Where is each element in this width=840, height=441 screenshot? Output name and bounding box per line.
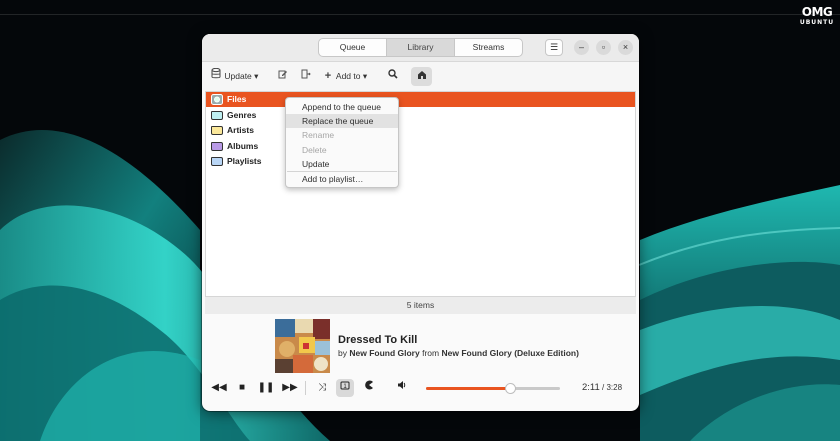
total-time: 3:28 bbox=[606, 383, 623, 392]
list-item-label: Genres bbox=[227, 110, 257, 120]
tab-queue[interactable]: Queue bbox=[319, 39, 387, 56]
minimize-button[interactable]: – bbox=[574, 40, 589, 55]
folder-teal-icon bbox=[211, 110, 223, 120]
update-label: Update ▾ bbox=[224, 71, 259, 81]
maximize-button[interactable]: ▫ bbox=[596, 40, 611, 55]
edit-icon bbox=[277, 67, 289, 85]
track-title: Dressed To Kill bbox=[338, 334, 418, 346]
stop-icon: ■ bbox=[238, 382, 246, 393]
list-item-artists[interactable]: Artists bbox=[206, 123, 635, 138]
context-menu: Append to the queue Replace the queue Re… bbox=[285, 97, 399, 188]
cantata-window: Queue Library Streams ☰ – ▫ × Update ▾ +… bbox=[202, 34, 639, 411]
repeat-button[interactable]: 1 bbox=[336, 379, 354, 397]
time-display: 2:11 / 3:28 bbox=[582, 382, 623, 393]
next-button[interactable]: ▶▶ bbox=[281, 379, 299, 397]
volume-icon bbox=[397, 381, 407, 393]
from-prefix: from bbox=[422, 348, 440, 358]
divider bbox=[305, 381, 306, 395]
add-to-label: Add to ▾ bbox=[335, 71, 368, 81]
elapsed-time: 2:11 bbox=[582, 382, 600, 393]
library-toolbar: Update ▾ + Add to ▾ bbox=[202, 62, 639, 91]
titlebar: Queue Library Streams ☰ – ▫ × bbox=[202, 34, 639, 62]
pause-icon: ❚❚ bbox=[257, 382, 275, 393]
library-browser: Files Genres Artists Albums Playlists bbox=[205, 91, 636, 314]
menu-item-replace-queue[interactable]: Replace the queue bbox=[286, 114, 398, 129]
plus-icon: + bbox=[324, 70, 332, 82]
menu-item-append-queue[interactable]: Append to the queue bbox=[286, 100, 398, 114]
folder-purple-icon bbox=[211, 141, 223, 151]
seek-handle[interactable] bbox=[505, 383, 517, 394]
hamburger-icon: ☰ bbox=[549, 42, 559, 52]
delete-button[interactable] bbox=[300, 67, 312, 85]
tab-library[interactable]: Library bbox=[387, 39, 455, 56]
delete-icon bbox=[300, 67, 312, 85]
search-icon bbox=[387, 67, 399, 85]
consume-button[interactable] bbox=[360, 379, 378, 397]
menu-item-rename: Rename bbox=[302, 130, 335, 141]
shuffle-button[interactable]: ⤨ bbox=[313, 379, 331, 397]
pause-button[interactable]: ❚❚ bbox=[257, 379, 275, 397]
main-menu-button[interactable]: ☰ bbox=[545, 39, 563, 56]
track-artist: New Found Glory bbox=[349, 348, 420, 358]
seek-progress bbox=[426, 387, 511, 390]
home-button[interactable] bbox=[411, 67, 432, 86]
list-item-genres[interactable]: Genres bbox=[206, 108, 635, 123]
stop-button[interactable]: ■ bbox=[233, 379, 251, 397]
shuffle-icon: ⤨ bbox=[318, 382, 326, 393]
volume-button[interactable] bbox=[393, 379, 411, 397]
database-icon bbox=[210, 67, 222, 85]
next-icon: ▶▶ bbox=[282, 382, 298, 393]
previous-icon: ◀◀ bbox=[211, 382, 227, 393]
watermark-big: OMG bbox=[801, 5, 833, 19]
seek-slider[interactable] bbox=[426, 383, 560, 394]
menu-item-update[interactable]: Update bbox=[286, 157, 398, 171]
update-button[interactable]: Update ▾ bbox=[210, 67, 258, 85]
list-item-label: Files bbox=[227, 94, 247, 104]
menu-item-delete: Delete bbox=[302, 144, 327, 155]
by-prefix: by bbox=[338, 348, 347, 358]
list-item-albums[interactable]: Albums bbox=[206, 139, 635, 154]
consume-icon bbox=[364, 380, 374, 393]
list-item-files[interactable]: Files bbox=[206, 92, 635, 107]
home-icon bbox=[417, 71, 427, 81]
track-details: by New Found Glory from New Found Glory … bbox=[338, 348, 579, 358]
list-item-label: Artists bbox=[227, 125, 254, 135]
list-item-label: Albums bbox=[227, 141, 259, 151]
search-button[interactable] bbox=[387, 67, 399, 85]
folder-blue-icon bbox=[211, 156, 223, 166]
omg-ubuntu-watermark: OMG UBUNTU bbox=[798, 6, 836, 34]
add-to-button[interactable]: + Add to ▾ bbox=[322, 67, 367, 85]
disk-icon bbox=[211, 94, 223, 105]
menu-item-add-to-playlist[interactable]: Add to playlist… bbox=[286, 172, 398, 186]
list-item-playlists[interactable]: Playlists bbox=[206, 154, 635, 169]
repeat-one-icon: 1 bbox=[340, 381, 350, 393]
previous-button[interactable]: ◀◀ bbox=[210, 379, 228, 397]
edit-button[interactable] bbox=[277, 67, 289, 85]
view-switcher: Queue Library Streams bbox=[318, 38, 523, 57]
frame-line bbox=[0, 14, 840, 15]
folder-yellow-icon bbox=[211, 125, 223, 135]
item-count-status: 5 items bbox=[205, 296, 636, 314]
track-album: New Found Glory (Deluxe Edition) bbox=[441, 348, 579, 358]
tab-streams[interactable]: Streams bbox=[455, 39, 522, 56]
album-art bbox=[275, 319, 330, 373]
close-button[interactable]: × bbox=[618, 40, 633, 55]
list-item-label: Playlists bbox=[227, 156, 262, 166]
watermark-small: UBUNTU bbox=[799, 19, 835, 26]
